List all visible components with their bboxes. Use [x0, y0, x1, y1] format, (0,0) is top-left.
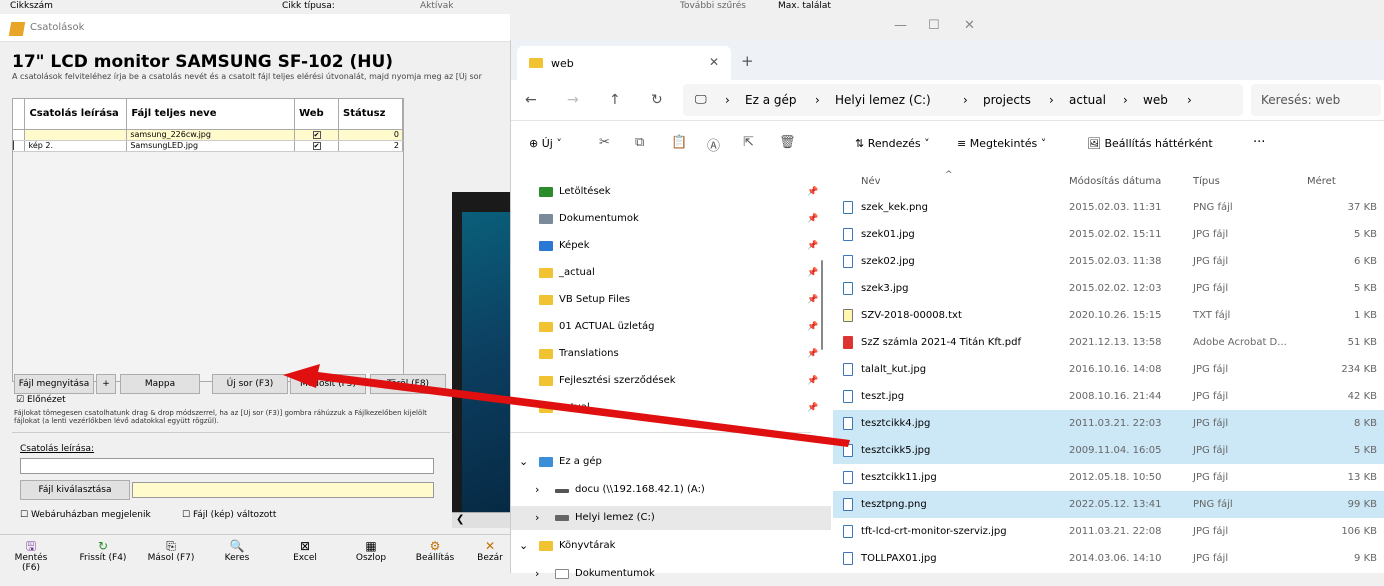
- drag-arrow-shape: [283, 364, 850, 447]
- drag-arrow: [283, 364, 850, 447]
